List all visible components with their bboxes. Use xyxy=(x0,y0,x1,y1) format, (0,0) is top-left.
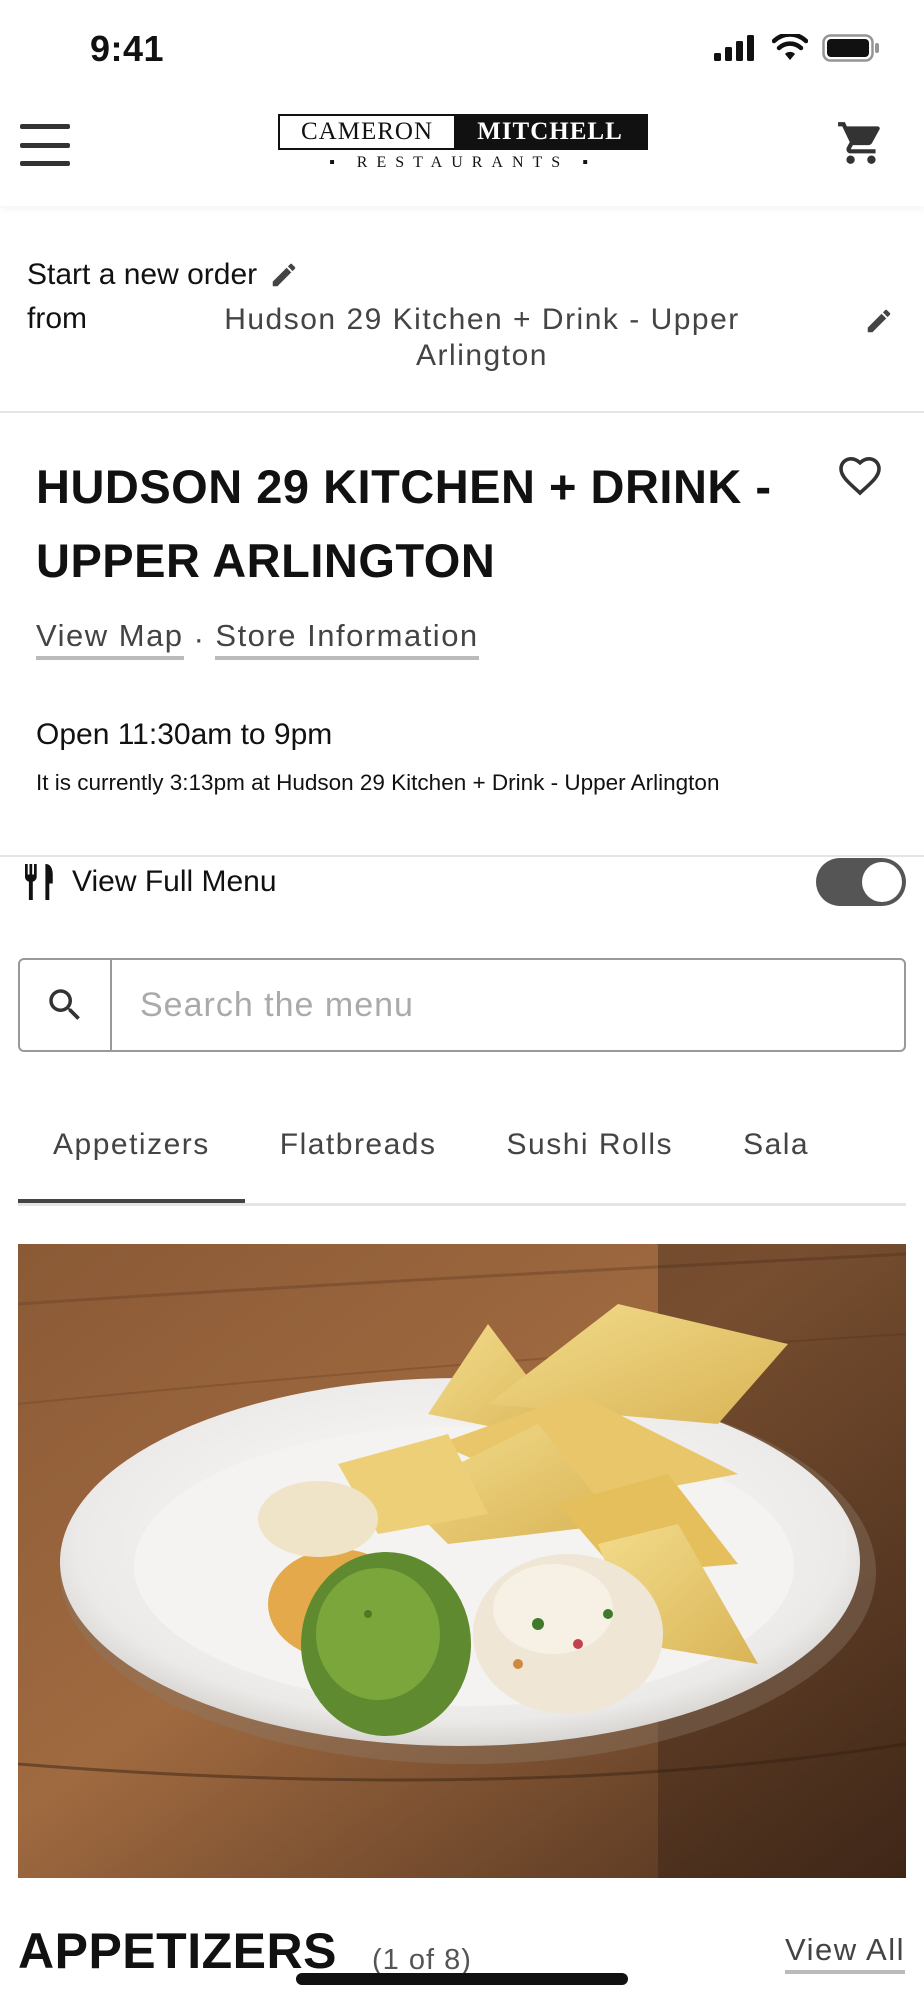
tab-appetizers[interactable]: Appetizers xyxy=(18,1090,245,1203)
logo-cameron-text: CAMERON xyxy=(280,116,454,148)
menu-icon[interactable] xyxy=(20,120,70,170)
current-time-note: It is currently 3:13pm at Hudson 29 Kitc… xyxy=(36,770,720,795)
category-tabs: Appetizers Flatbreads Sushi Rolls Sala xyxy=(18,1090,906,1206)
view-map-link[interactable]: View Map xyxy=(36,618,184,660)
view-full-menu-row: View Full Menu xyxy=(22,862,277,902)
logo-mitchell-text: MITCHELL xyxy=(454,116,646,148)
order-location: Hudson 29 Kitchen + Drink - Upper Arling… xyxy=(224,303,740,372)
start-new-order-label: Start a new order xyxy=(27,258,258,291)
appetizers-hero-image[interactable] xyxy=(18,1244,906,1878)
battery-icon xyxy=(822,34,879,62)
status-bar: 9:41 xyxy=(0,0,924,100)
signal-icon xyxy=(714,35,754,61)
view-all-link[interactable]: View All xyxy=(785,1932,905,1974)
search-button[interactable] xyxy=(20,960,112,1050)
status-time: 9:41 xyxy=(90,28,165,69)
search-input[interactable] xyxy=(112,960,904,1050)
status-icons xyxy=(714,34,880,62)
from-label: from xyxy=(27,302,87,335)
start-new-order[interactable]: Start a new order xyxy=(27,258,299,292)
section-title: APPETIZERS xyxy=(18,1923,337,1979)
logo-restaurants-text: ▪ RESTAURANTS ▪ xyxy=(329,154,597,171)
heart-icon[interactable] xyxy=(836,452,884,501)
divider xyxy=(0,855,924,857)
restaurant-title: HUDSON 29 KITCHEN + DRINK - UPPER ARLING… xyxy=(36,460,772,587)
home-indicator xyxy=(296,1973,628,1985)
tab-sushi-rolls[interactable]: Sushi Rolls xyxy=(472,1090,709,1203)
opening-hours: Open 11:30am to 9pm xyxy=(36,718,333,751)
toggle-knob xyxy=(862,862,902,902)
pencil-icon[interactable] xyxy=(269,260,299,290)
menu-search xyxy=(18,958,906,1052)
search-icon xyxy=(49,989,80,1020)
full-menu-toggle[interactable] xyxy=(816,858,906,906)
cart-icon[interactable] xyxy=(836,118,886,168)
app-header: CAMERON MITCHELL ▪ RESTAURANTS ▪ xyxy=(0,100,924,206)
order-summary: Start a new order from Hudson 29 Kitchen… xyxy=(0,206,924,413)
brand-logo[interactable]: CAMERON MITCHELL ▪ RESTAURANTS ▪ xyxy=(278,114,648,176)
restaurant-links: View Map · Store Information xyxy=(36,618,479,660)
view-full-menu-label: View Full Menu xyxy=(72,865,277,898)
link-separator: · xyxy=(193,621,206,656)
utensils-icon xyxy=(25,864,53,900)
tab-salads[interactable]: Sala xyxy=(708,1090,844,1203)
wifi-icon xyxy=(772,34,808,60)
store-information-link[interactable]: Store Information xyxy=(215,618,479,660)
edit-location-pencil-icon[interactable] xyxy=(864,306,894,341)
tab-flatbreads[interactable]: Flatbreads xyxy=(245,1090,472,1203)
